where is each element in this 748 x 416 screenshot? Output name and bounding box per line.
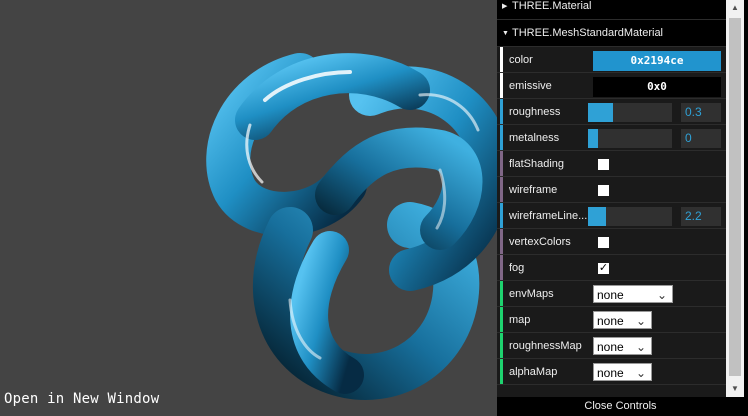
control-row-roughness: roughness 0.3 bbox=[497, 99, 726, 125]
dat-gui-panel: ▶ THREE.Material ▼ THREE.MeshStandardMater… bbox=[497, 0, 748, 416]
flatshading-checkbox[interactable] bbox=[598, 159, 609, 170]
control-row-metalness: metalness 0 bbox=[497, 125, 726, 151]
control-row-color: color 0x2194ce bbox=[497, 47, 726, 73]
control-row-roughnessmap: roughnessMap none ⌄ bbox=[497, 333, 726, 359]
control-row-flatshading: flatShading bbox=[497, 151, 726, 177]
emissive-picker[interactable]: 0x0 bbox=[593, 77, 721, 97]
folder-three-meshstandardmaterial[interactable]: ▼ THREE.MeshStandardMaterial bbox=[497, 20, 726, 47]
wireframe-checkbox[interactable] bbox=[598, 185, 609, 196]
chevron-down-icon: ⌄ bbox=[656, 288, 667, 302]
select-value: none bbox=[597, 314, 624, 328]
control-row-fog: fog ✓ bbox=[497, 255, 726, 281]
fog-checkbox[interactable]: ✓ bbox=[598, 263, 609, 274]
control-label: fog bbox=[509, 262, 525, 274]
select-value: none bbox=[597, 366, 624, 380]
metalness-slider[interactable] bbox=[588, 129, 672, 148]
roughnessmap-select[interactable]: none ⌄ bbox=[593, 337, 652, 355]
caret-down-icon: ▼ bbox=[502, 30, 509, 37]
control-row-map: map none ⌄ bbox=[497, 307, 726, 333]
control-label: roughnessMap bbox=[509, 340, 582, 352]
vertexcolors-checkbox[interactable] bbox=[598, 237, 609, 248]
wireframe-linewidth-value-input[interactable]: 2.2 bbox=[681, 207, 721, 226]
close-controls-button[interactable]: Close Controls bbox=[497, 397, 744, 416]
control-row-envmaps: envMaps none ⌄ bbox=[497, 281, 726, 307]
control-label: roughness bbox=[509, 106, 561, 118]
wireframe-linewidth-slider[interactable] bbox=[588, 207, 672, 226]
control-row-alphamap: alphaMap none ⌄ bbox=[497, 359, 726, 385]
control-row-wireframe-linewidth: wireframeLine... 2.2 bbox=[497, 203, 726, 229]
control-label: flatShading bbox=[509, 158, 565, 170]
control-row-vertexcolors: vertexColors bbox=[497, 229, 726, 255]
panel-scrollbar[interactable]: ▲ ▼ bbox=[726, 0, 744, 397]
slider-fill bbox=[588, 207, 607, 226]
color-picker[interactable]: 0x2194ce bbox=[593, 51, 721, 71]
slider-fill bbox=[588, 103, 614, 122]
slider-fill bbox=[588, 129, 598, 148]
folder-three-material[interactable]: ▶ THREE.Material bbox=[497, 0, 726, 20]
control-label: metalness bbox=[509, 132, 560, 144]
control-label: wireframe bbox=[509, 184, 558, 196]
folder-label: THREE.MeshStandardMaterial bbox=[512, 27, 664, 39]
open-in-new-window-link[interactable]: Open in New Window bbox=[4, 391, 159, 407]
map-select[interactable]: none ⌄ bbox=[593, 311, 652, 329]
control-label: color bbox=[509, 54, 533, 66]
select-value: none bbox=[597, 288, 624, 302]
roughness-value-input[interactable]: 0.3 bbox=[681, 103, 721, 122]
select-value: none bbox=[597, 340, 624, 354]
control-label: alphaMap bbox=[509, 366, 558, 378]
control-label: vertexColors bbox=[509, 236, 571, 248]
control-row-emissive: emissive 0x0 bbox=[497, 73, 726, 99]
control-label: wireframeLine... bbox=[509, 210, 588, 222]
chevron-down-icon: ⌄ bbox=[635, 366, 646, 380]
scroll-down-arrow-icon[interactable]: ▼ bbox=[726, 381, 744, 397]
caret-right-icon: ▶ bbox=[502, 3, 508, 10]
scrollbar-thumb[interactable] bbox=[729, 18, 741, 376]
control-label: envMaps bbox=[509, 288, 554, 300]
folder-label: THREE.Material bbox=[512, 0, 592, 12]
control-row-wireframe: wireframe bbox=[497, 177, 726, 203]
control-label: emissive bbox=[509, 80, 552, 92]
scroll-up-arrow-icon[interactable]: ▲ bbox=[726, 0, 744, 16]
chevron-down-icon: ⌄ bbox=[635, 314, 646, 328]
roughness-slider[interactable] bbox=[588, 103, 672, 122]
envmaps-select[interactable]: none ⌄ bbox=[593, 285, 673, 303]
controls-list: ▶ THREE.Material ▼ THREE.MeshStandardMater… bbox=[497, 0, 726, 397]
torus-knot-mesh bbox=[206, 53, 512, 400]
chevron-down-icon: ⌄ bbox=[635, 340, 646, 354]
alphamap-select[interactable]: none ⌄ bbox=[593, 363, 652, 381]
metalness-value-input[interactable]: 0 bbox=[681, 129, 721, 148]
control-label: map bbox=[509, 314, 531, 326]
